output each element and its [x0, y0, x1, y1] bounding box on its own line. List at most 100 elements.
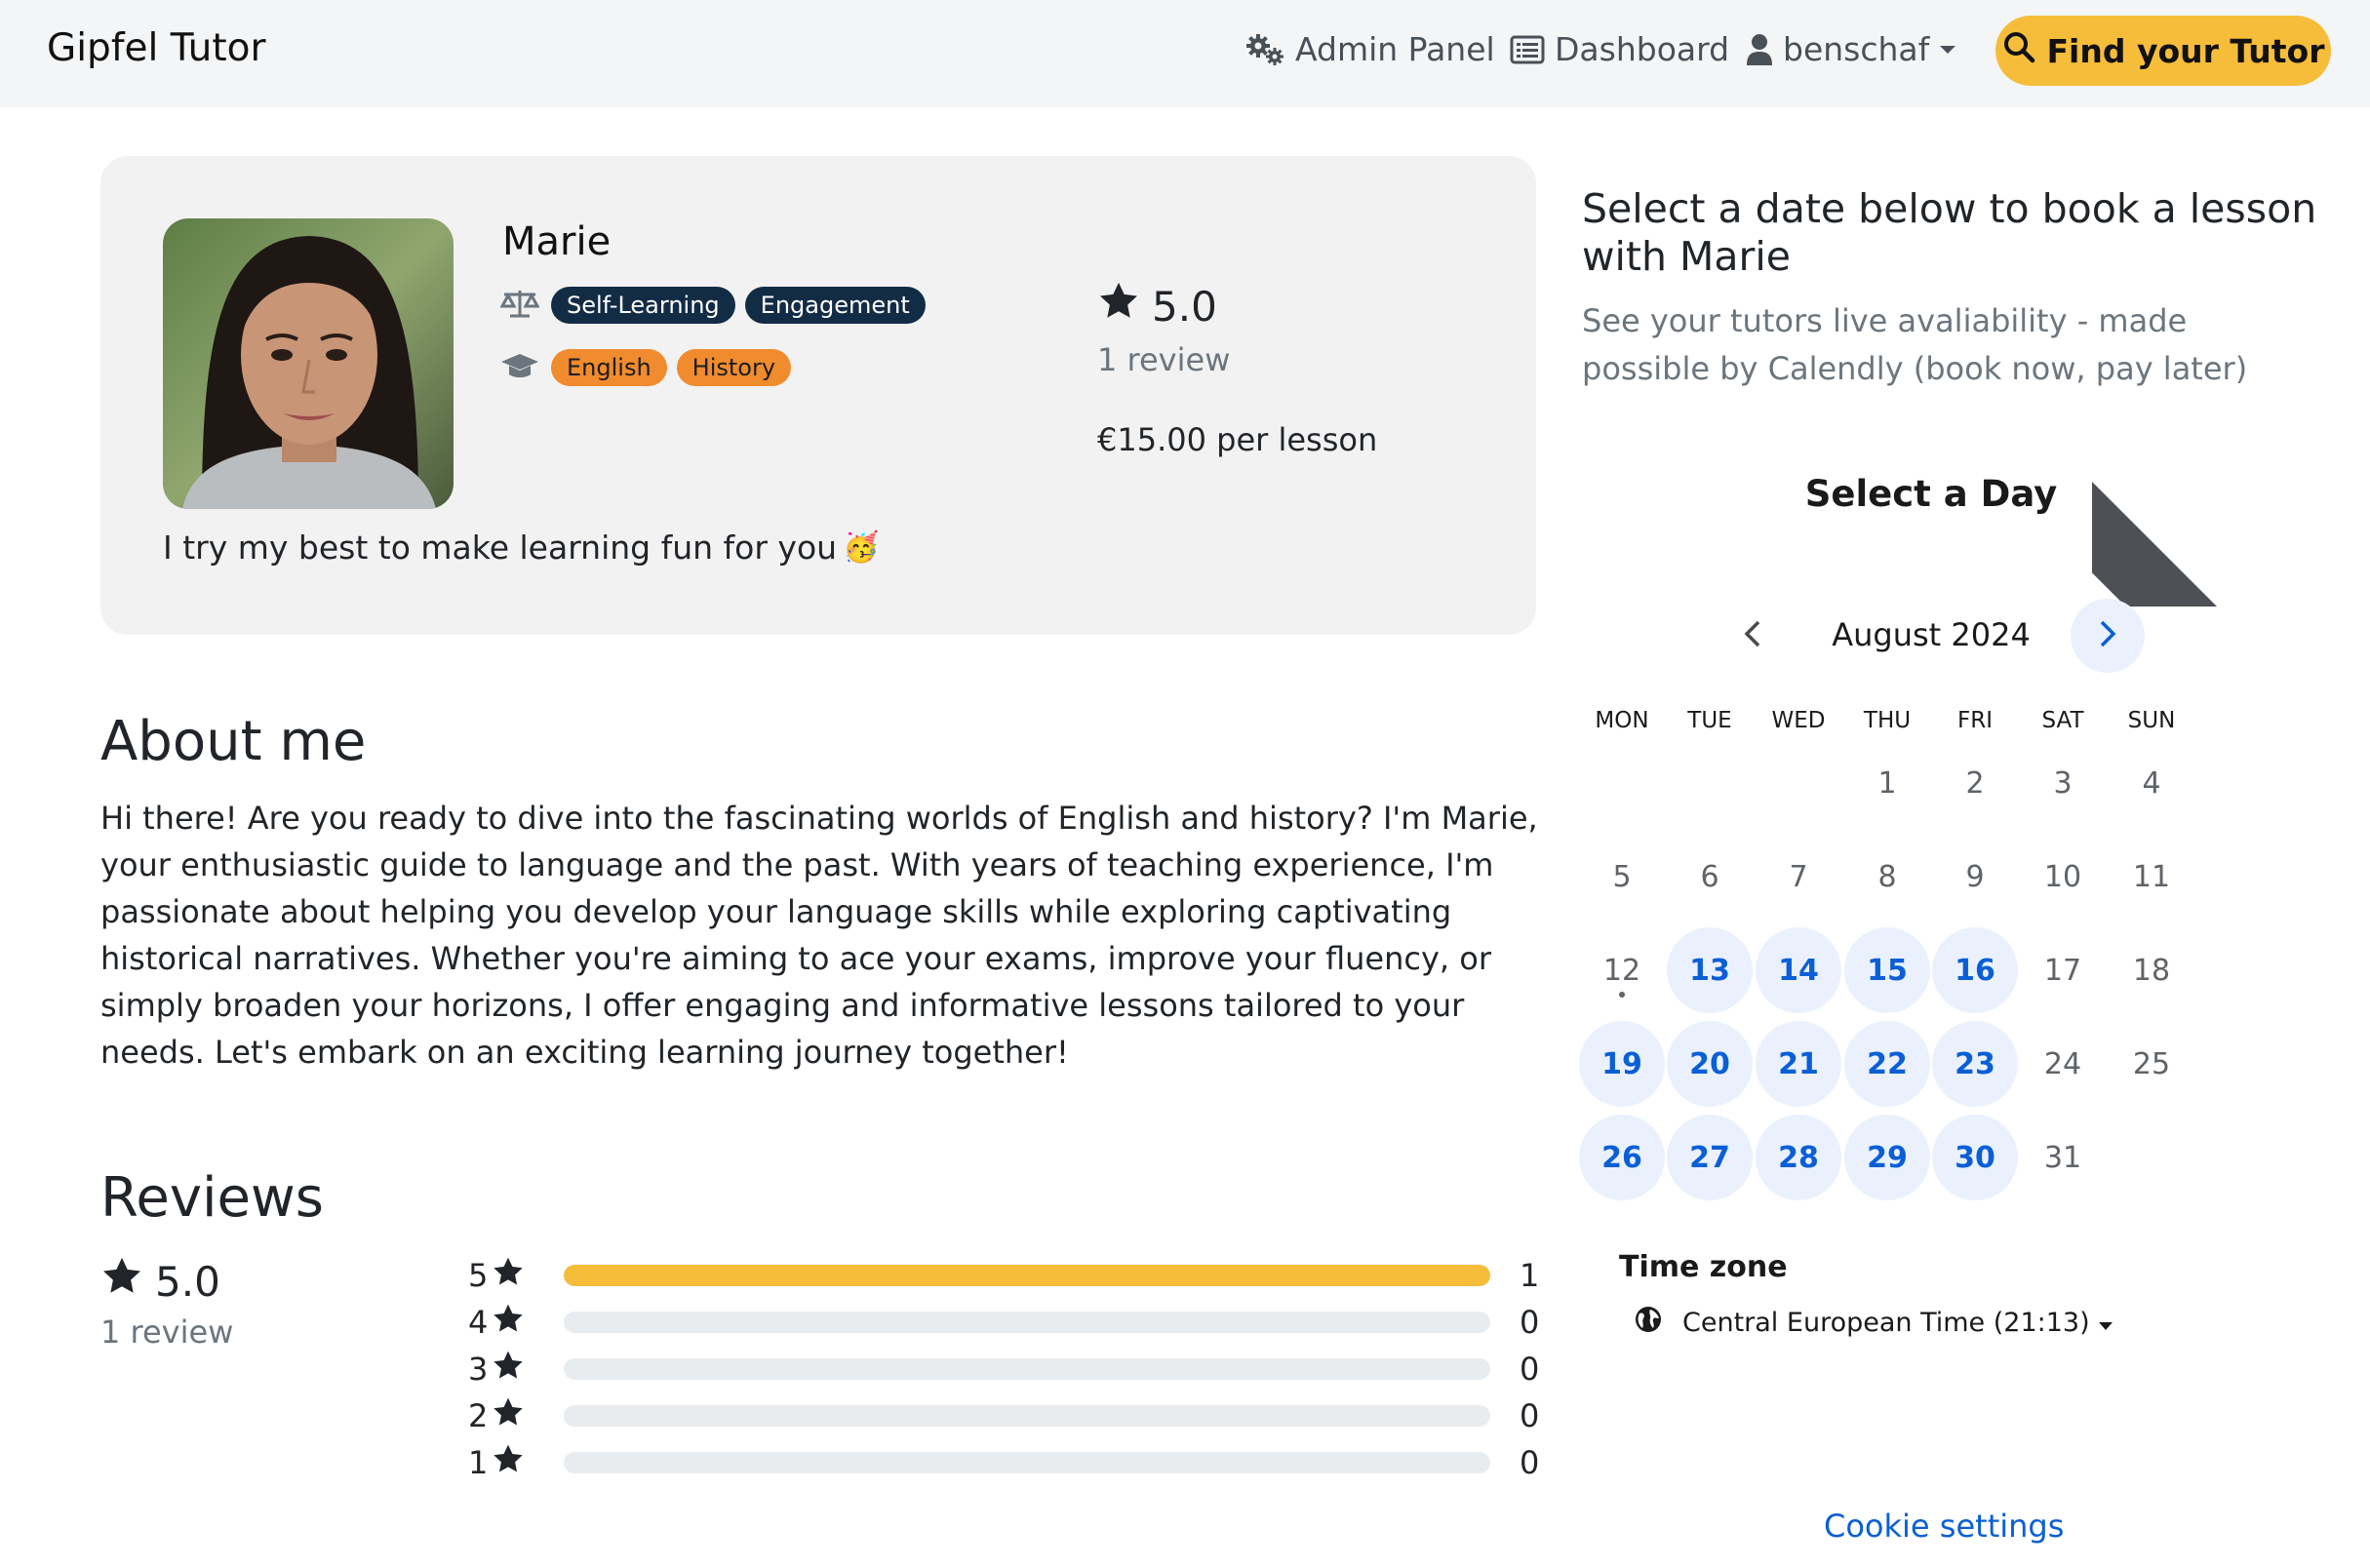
rating-bar-label: 5: [468, 1256, 527, 1296]
calendar-month: August 2024: [1832, 616, 2031, 653]
reviews-heading: Reviews: [100, 1166, 324, 1230]
calendar-day: 2: [1965, 765, 1985, 801]
rating-bar-label: 2: [468, 1396, 527, 1436]
booking-subtitle: See your tutors live avaliability - made…: [1582, 302, 2248, 387]
calendar-day: 8: [1877, 859, 1897, 894]
calendar-day-available[interactable]: 29: [1844, 1115, 1930, 1200]
graduation-cap-icon: [500, 351, 541, 384]
timezone-select[interactable]: Central European Time (21:13): [1634, 1305, 2113, 1341]
calendar-day-available[interactable]: 14: [1756, 927, 1841, 1013]
star-icon: [1097, 281, 1140, 332]
calendar-day-available[interactable]: 20: [1667, 1021, 1753, 1107]
calendar-day: 24: [2043, 1046, 2082, 1081]
rating-bar-row: 10: [468, 1441, 1541, 1484]
calendar-day-available[interactable]: 30: [1932, 1115, 2018, 1200]
rating-bar-track: [564, 1312, 1490, 1333]
tagline-text: I try my best to make learning fun for y…: [163, 529, 838, 567]
next-month-button[interactable]: [2071, 599, 2145, 673]
caret-down-icon: [2098, 1308, 2113, 1338]
calendar-day: 18: [2132, 953, 2171, 988]
find-tutor-label: Find your Tutor: [2046, 31, 2325, 70]
reviews-average: 5.0: [100, 1256, 220, 1307]
navbar: Gipfel Tutor Admin Panel Dashboard bensc…: [0, 0, 2370, 107]
today-indicator: [1619, 992, 1625, 998]
rating-bar-count: 0: [1520, 1444, 1540, 1481]
rating-bar-count: 0: [1520, 1351, 1540, 1388]
star-icon: [492, 1350, 525, 1390]
party-face-emoji: 🥳: [843, 530, 880, 565]
rating-bar-row: 51: [468, 1254, 1541, 1297]
calendar-heading: Select a Day: [1804, 473, 2058, 515]
star-icon: [492, 1396, 525, 1436]
star-icon: [492, 1256, 525, 1296]
weekday-label: SAT: [2041, 708, 2084, 733]
brand-logo[interactable]: Gipfel Tutor: [47, 26, 266, 70]
user-icon: [1746, 33, 1773, 66]
star-icon: [492, 1303, 525, 1343]
globe-icon: [1634, 1305, 1663, 1341]
tutor-rating: 5.0: [1097, 281, 1217, 332]
about-text: Hi there! Are you ready to dive into the…: [100, 800, 1538, 1071]
calendar-day-available[interactable]: 26: [1579, 1115, 1665, 1200]
chevron-right-icon: [2098, 619, 2117, 652]
gears-icon: [1244, 33, 1285, 66]
calendar-day: 4: [2142, 765, 2161, 801]
calendar-day: 5: [1612, 859, 1632, 894]
weekday-label: WED: [1771, 708, 1826, 733]
calendly-ribbon[interactable]: POWERED BY Calendly: [2092, 421, 2277, 607]
rating-bar-track: [564, 1405, 1490, 1427]
rating-bar-label: 1: [468, 1443, 527, 1483]
calendar-day: 7: [1789, 859, 1808, 894]
rating-stars-number: 3: [468, 1351, 489, 1388]
reviews-average-value: 5.0: [155, 1257, 220, 1306]
balance-scale-icon: [499, 288, 541, 323]
calendar-day: 9: [1965, 859, 1985, 894]
calendar-day-available[interactable]: 27: [1667, 1115, 1753, 1200]
rating-bar-track: [564, 1265, 1490, 1286]
rating-bar-fill: [564, 1265, 1490, 1286]
calendar-day: 11: [2132, 859, 2171, 894]
calendar-day-available[interactable]: 19: [1579, 1021, 1665, 1107]
calendar-day-available[interactable]: 23: [1932, 1021, 2018, 1107]
tutor-avatar: [163, 218, 454, 509]
dashboard-link[interactable]: Dashboard: [1510, 30, 1729, 68]
user-menu-toggle[interactable]: benschaf: [1746, 30, 1956, 68]
calendar-day: 1: [1877, 765, 1897, 801]
calendar-day: 6: [1700, 859, 1719, 894]
rating-bar-label: 4: [468, 1303, 527, 1343]
calendar-day-available[interactable]: 13: [1667, 927, 1753, 1013]
star-icon: [100, 1256, 143, 1307]
admin-panel-label: Admin Panel: [1295, 30, 1495, 68]
list-alt-icon: [1510, 35, 1545, 64]
calendar-day-available[interactable]: 15: [1844, 927, 1930, 1013]
rating-bar-track: [564, 1358, 1490, 1380]
rating-bar-count: 0: [1520, 1397, 1540, 1434]
calendar-day-available[interactable]: 28: [1756, 1115, 1841, 1200]
calendar-day-available[interactable]: 16: [1932, 927, 2018, 1013]
find-tutor-button[interactable]: Find your Tutor: [1995, 16, 2331, 86]
subject-badge: English: [551, 349, 667, 386]
search-icon: [2002, 30, 2035, 71]
tutor-name: Marie: [502, 219, 612, 264]
rating-bar-track: [564, 1452, 1490, 1473]
weekday-label: SUN: [2127, 708, 2176, 733]
calendar-day: 3: [2053, 765, 2073, 801]
calendar-day-available[interactable]: 22: [1844, 1021, 1930, 1107]
cookie-settings-link[interactable]: Cookie settings: [1824, 1508, 2064, 1545]
rating-bar-row: 20: [468, 1394, 1541, 1437]
rating-stars-number: 2: [468, 1397, 489, 1434]
rating-stars-number: 5: [468, 1257, 489, 1294]
admin-panel-link[interactable]: Admin Panel: [1244, 30, 1495, 68]
about-heading: About me: [100, 710, 367, 773]
weekday-label: THU: [1863, 708, 1912, 733]
weekday-label: FRI: [1957, 708, 1993, 733]
calendar-day: 17: [2043, 953, 2082, 988]
calendar-day: 12: [1602, 953, 1641, 988]
chevron-left-icon: [1743, 619, 1762, 652]
user-name: benschaf: [1783, 30, 1930, 68]
tutor-profile-card: Marie Self-Learning Engagement English H…: [100, 156, 1536, 635]
previous-month-button[interactable]: [1728, 611, 1777, 660]
methods-row: Self-Learning Engagement: [499, 287, 926, 324]
calendar-day-available[interactable]: 21: [1756, 1021, 1841, 1107]
method-badge: Self-Learning: [551, 287, 735, 324]
